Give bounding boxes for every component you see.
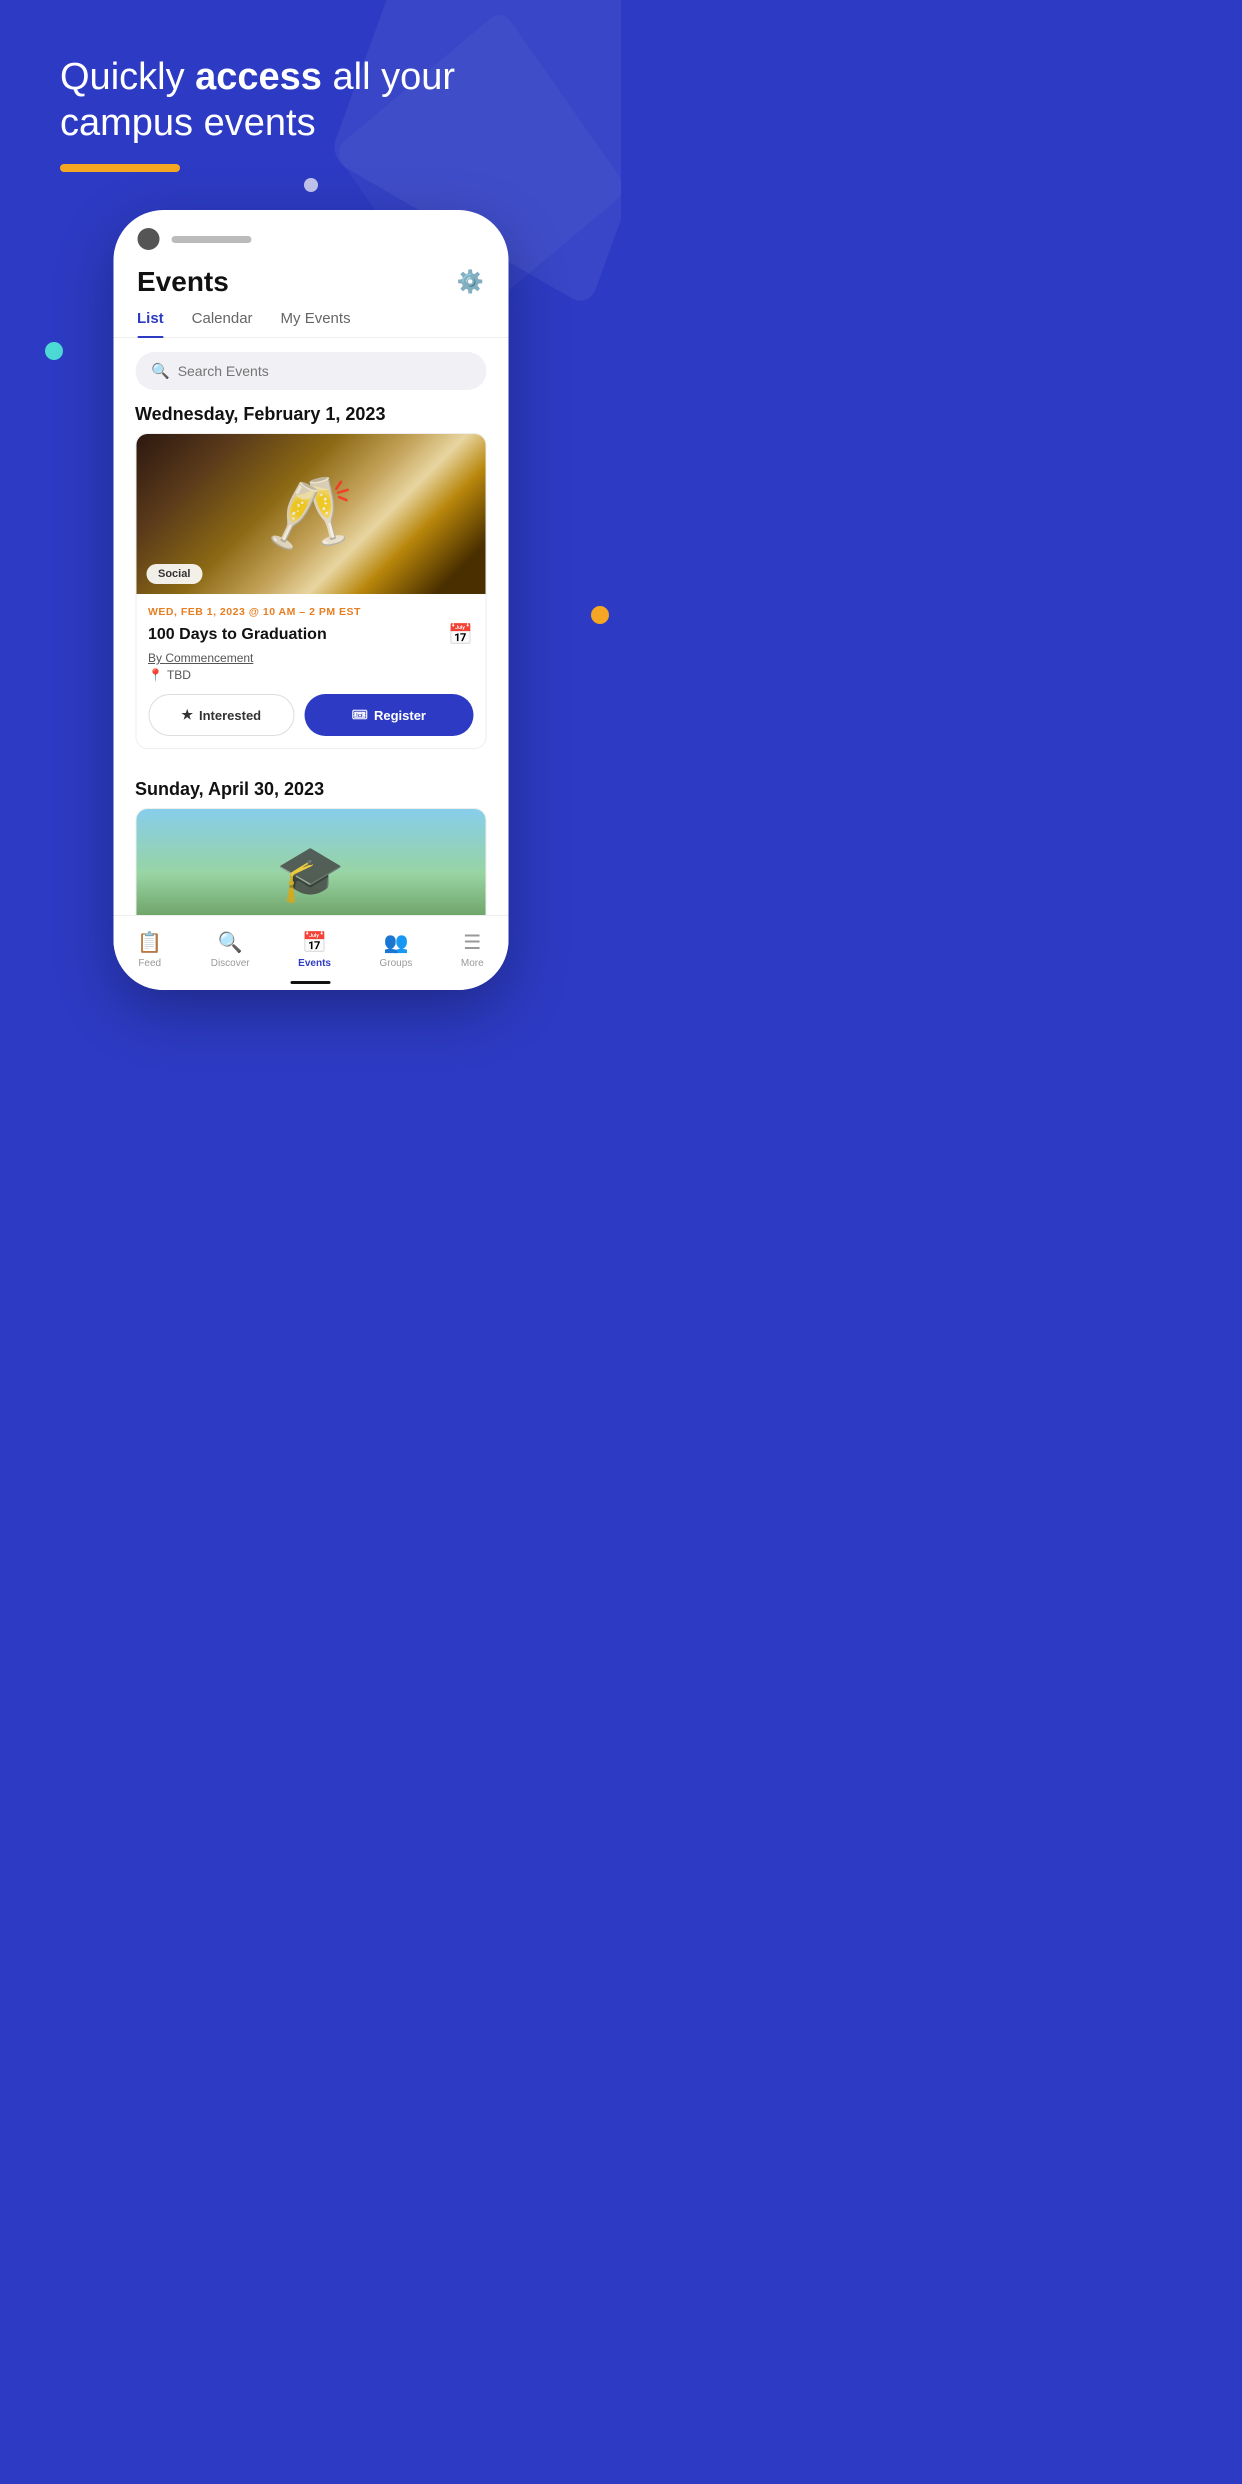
phone-screen: Events ⚙️ List Calendar My Events 🔍 Wedn… [113,210,508,990]
tab-bar: List Calendar My Events [113,298,508,338]
date-header-2: Sunday, April 30, 2023 [113,765,508,808]
page-title: Events [137,266,229,298]
discover-label: Discover [211,958,250,969]
tab-calendar[interactable]: Calendar [192,310,253,337]
location-icon: 📍 [148,668,163,682]
app-header: Events ⚙️ [113,258,508,298]
search-bar[interactable]: 🔍 [135,352,486,390]
groups-label: Groups [380,958,413,969]
feed-icon: 📋 [137,930,162,955]
action-buttons: ★ Interested 🎟 Register [148,694,473,736]
more-label: More [461,958,484,969]
event-organizer: By Commencement [148,651,473,665]
event-name-row: 100 Days to Graduation 📅 [148,622,473,647]
register-label: Register [374,708,426,723]
search-input[interactable] [178,363,470,379]
hero-underline [60,164,180,172]
groups-icon: 👥 [383,930,408,955]
register-button[interactable]: 🎟 Register [304,694,473,736]
date-header-1: Wednesday, February 1, 2023 [113,390,508,433]
dot-orange [591,606,609,624]
discover-icon: 🔍 [218,930,243,955]
hero-text-part1: Quickly [60,56,195,98]
feed-label: Feed [138,958,161,969]
dot-teal [45,342,63,360]
events-label: Events [298,958,331,969]
phone-camera [137,228,159,250]
organizer-name[interactable]: Commencement [165,651,253,665]
interested-label: Interested [199,708,261,723]
organizer-prefix: By [148,651,165,665]
nav-feed[interactable]: 📋 Feed [125,926,174,973]
nav-discover[interactable]: 🔍 Discover [199,926,262,973]
tab-list[interactable]: List [137,310,164,337]
star-icon: ★ [181,707,193,723]
event-date-label: WED, FEB 1, 2023 @ 10 AM – 2 PM EST [148,606,473,618]
event-info-1: WED, FEB 1, 2023 @ 10 AM – 2 PM EST 100 … [136,594,485,748]
nav-more[interactable]: ☰ More [449,926,496,973]
phone-speaker [171,236,251,243]
calendar-add-icon[interactable]: 📅 [448,622,473,647]
phone-mockup: Events ⚙️ List Calendar My Events 🔍 Wedn… [113,210,508,990]
tab-my-events[interactable]: My Events [281,310,351,337]
home-indicator [291,981,331,984]
dot-white [304,178,318,192]
ticket-icon: 🎟 [351,707,368,723]
hero-text-bold: access [195,56,322,98]
hero-section: Quickly access all your campus events [60,55,561,172]
nav-events[interactable]: 📅 Events [286,926,343,973]
event-name: 100 Days to Graduation [148,626,327,644]
nav-groups[interactable]: 👥 Groups [368,926,425,973]
event-badge-social: Social [146,564,202,584]
location-text: TBD [167,668,191,682]
events-icon: 📅 [302,930,327,955]
more-icon: ☰ [463,930,481,955]
bottom-nav: 📋 Feed 🔍 Discover 📅 Events 👥 Groups ☰ Mo… [113,915,508,990]
search-icon: 🔍 [151,362,170,380]
filter-icon[interactable]: ⚙️ [457,269,484,295]
phone-top-bar [113,210,508,258]
hero-title: Quickly access all your campus events [60,55,561,146]
event-location: 📍 TBD [148,668,473,682]
interested-button[interactable]: ★ Interested [148,694,294,736]
events-list: Wednesday, February 1, 2023 Social WED, … [113,390,508,950]
event-card-1: Social WED, FEB 1, 2023 @ 10 AM – 2 PM E… [135,433,486,749]
